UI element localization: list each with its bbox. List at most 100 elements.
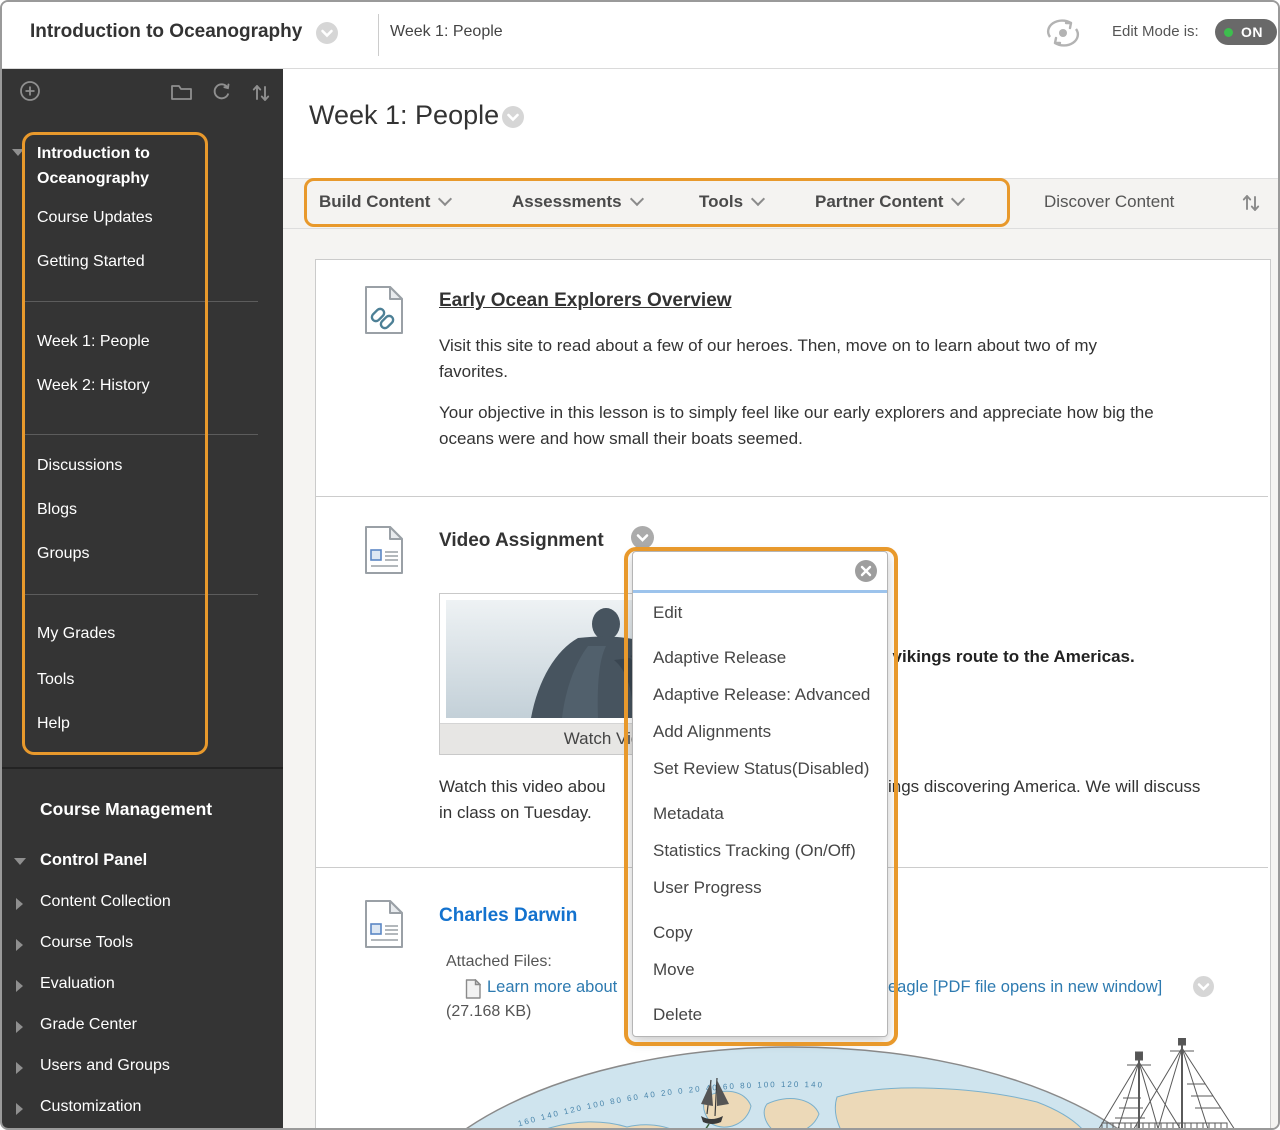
content-item-icon	[362, 899, 406, 954]
attached-files-label: Attached Files:	[446, 953, 552, 971]
file-icon	[465, 979, 481, 1004]
menu-item-copy[interactable]: Copy	[633, 914, 887, 951]
sidebar-item-week1[interactable]: Week 1: People	[37, 333, 150, 351]
item-context-menu: Edit Adaptive Release Adaptive Release: …	[632, 551, 888, 1037]
expand-caret[interactable]	[16, 1062, 23, 1074]
content-item-icon	[362, 525, 406, 580]
text-line: Visit this site to read about a few of o…	[439, 333, 1097, 359]
chevron-down-icon	[630, 192, 644, 206]
sidebar-item-course-home[interactable]: Introduction to Oceanography	[37, 141, 192, 191]
text-line: Your objective in this lesson is to simp…	[439, 400, 1154, 426]
sidebar-item-course-tools[interactable]: Course Tools	[40, 934, 133, 952]
edit-mode-toggle[interactable]: ON	[1215, 19, 1277, 45]
text-line: oceans were and how small their boats se…	[439, 426, 1154, 452]
refresh-icon[interactable]	[211, 81, 232, 107]
tools-dropdown[interactable]: Tools	[699, 192, 763, 212]
expand-caret[interactable]	[16, 939, 23, 951]
control-panel-caret[interactable]	[14, 858, 26, 865]
course-title: Introduction to Oceanography	[30, 21, 302, 43]
sidebar-item-my-grades[interactable]: My Grades	[37, 625, 115, 643]
collapse-course-menu-caret[interactable]	[12, 149, 24, 156]
assessments-dropdown[interactable]: Assessments	[512, 192, 642, 212]
edit-mode-value: ON	[1241, 24, 1263, 40]
discover-content-button[interactable]: Discover Content	[1044, 192, 1174, 212]
student-preview-icon[interactable]	[1044, 17, 1082, 54]
sidebar-item-evaluation[interactable]: Evaluation	[40, 975, 115, 993]
edit-mode-green-dot	[1224, 28, 1233, 37]
blackboard-window: Introduction to Oceanography Week 1: Peo…	[0, 0, 1280, 1130]
video-caption-fragment: he vikings route to the Americas.	[868, 647, 1135, 667]
voyage-map-image: 160 140 120 100 80 60 40 20 0 20 40 60 8…	[457, 1042, 1127, 1130]
menu-item-edit[interactable]: Edit	[633, 594, 887, 631]
expand-caret[interactable]	[16, 980, 23, 992]
menu-item-statistics-tracking[interactable]: Statistics Tracking (On/Off)	[633, 832, 887, 869]
sidebar-item-getting-started[interactable]: Getting Started	[37, 253, 145, 271]
close-icon[interactable]	[855, 560, 877, 587]
sidebar-item-grade-center[interactable]: Grade Center	[40, 1016, 137, 1034]
sidebar-item-course-updates[interactable]: Course Updates	[37, 209, 153, 227]
menu-item-add-alignments[interactable]: Add Alignments	[633, 713, 887, 750]
chevron-down-icon	[438, 192, 452, 206]
add-menu-item-icon[interactable]	[19, 80, 41, 107]
item-title-video-assignment: Video Assignment	[439, 530, 604, 552]
partner-content-label: Partner Content	[815, 192, 943, 211]
expand-caret[interactable]	[16, 1103, 23, 1115]
link-document-icon	[362, 285, 406, 340]
sidebar-divider	[22, 301, 258, 302]
sidebar-divider	[22, 434, 258, 435]
reorder-arrows-icon[interactable]	[251, 81, 271, 108]
sidebar: Introduction to Oceanography Course Upda…	[2, 68, 283, 1130]
sidebar-item-customization[interactable]: Customization	[40, 1098, 141, 1116]
sidebar-item-blogs[interactable]: Blogs	[37, 501, 77, 519]
page-title: Week 1: People	[309, 100, 499, 131]
item-title-early-ocean-explorers[interactable]: Early Ocean Explorers Overview	[439, 290, 732, 312]
sort-items-icon[interactable]	[1241, 191, 1261, 218]
sidebar-item-users-and-groups[interactable]: Users and Groups	[40, 1057, 170, 1075]
menu-item-delete[interactable]: Delete	[633, 996, 887, 1033]
expand-caret[interactable]	[16, 898, 23, 910]
sidebar-item-tools[interactable]: Tools	[37, 671, 74, 689]
sidebar-divider	[22, 594, 258, 595]
sidebar-item-discussions[interactable]: Discussions	[37, 457, 122, 475]
chevron-down-icon	[751, 192, 765, 206]
sidebar-item-help[interactable]: Help	[37, 715, 70, 733]
menu-item-adaptive-release[interactable]: Adaptive Release	[633, 639, 887, 676]
menu-item-user-progress[interactable]: User Progress	[633, 869, 887, 906]
item-divider	[316, 496, 1268, 497]
edit-mode-label: Edit Mode is:	[1112, 23, 1199, 40]
expand-caret[interactable]	[16, 1021, 23, 1033]
menu-item-adaptive-release-advanced[interactable]: Adaptive Release: Advanced	[633, 676, 887, 713]
context-menu-list: Edit Adaptive Release Adaptive Release: …	[633, 593, 887, 1033]
pdf-link-right[interactable]: eagle [PDF file opens in new window]	[888, 978, 1162, 997]
build-content-label: Build Content	[319, 192, 430, 211]
folder-icon[interactable]	[170, 82, 193, 106]
context-menu-header	[633, 552, 887, 593]
item-title-charles-darwin[interactable]: Charles Darwin	[439, 905, 577, 927]
course-management-header: Course Management	[40, 799, 212, 820]
menu-item-move[interactable]: Move	[633, 951, 887, 988]
assessments-label: Assessments	[512, 192, 622, 211]
sidebar-item-week2[interactable]: Week 2: History	[37, 377, 150, 395]
video-assignment-chevron-icon[interactable]	[631, 526, 654, 554]
chevron-down-icon	[951, 192, 965, 206]
build-content-dropdown[interactable]: Build Content	[319, 192, 450, 212]
course-menu-chevron-icon[interactable]	[316, 22, 338, 49]
sidebar-item-content-collection[interactable]: Content Collection	[40, 893, 171, 911]
menu-item-metadata[interactable]: Metadata	[633, 795, 887, 832]
sidebar-item-control-panel[interactable]: Control Panel	[40, 851, 147, 870]
explorers-paragraph-1: Visit this site to read about a few of o…	[439, 333, 1097, 385]
partner-content-dropdown[interactable]: Partner Content	[815, 192, 963, 212]
sidebar-item-groups[interactable]: Groups	[37, 545, 89, 563]
video-description-line1-right: ings discovering America. We will discus…	[888, 774, 1200, 800]
explorers-paragraph-2: Your objective in this lesson is to simp…	[439, 400, 1154, 452]
video-description-line2: in class on Tuesday.	[439, 800, 592, 826]
tools-label: Tools	[699, 192, 743, 211]
sidebar-section-divider	[2, 767, 283, 769]
text-line: favorites.	[439, 359, 1097, 385]
menu-item-set-review-status[interactable]: Set Review Status(Disabled)	[633, 750, 887, 787]
breadcrumb[interactable]: Week 1: People	[390, 23, 503, 41]
ship-sketch-image	[1087, 1038, 1237, 1130]
pdf-link-chevron-icon[interactable]	[1193, 976, 1214, 1002]
pdf-link-left[interactable]: Learn more about	[487, 978, 617, 997]
page-title-chevron-icon[interactable]	[502, 106, 524, 133]
